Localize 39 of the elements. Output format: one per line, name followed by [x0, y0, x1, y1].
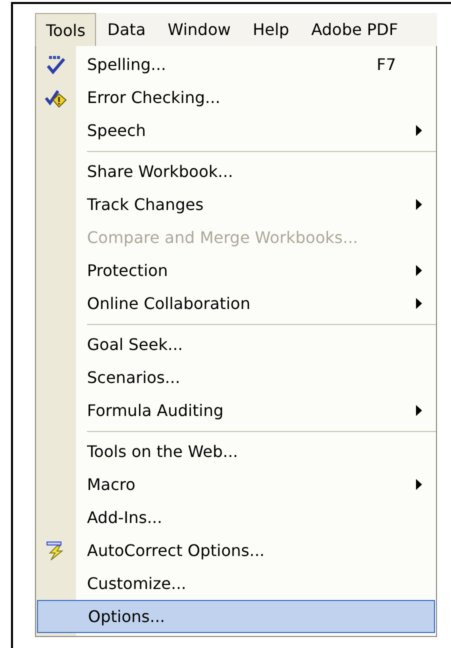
menu-item-label: Formula Auditing	[87, 401, 224, 420]
menu-item-label: Compare and Merge Workbooks...	[87, 228, 359, 247]
menu-item-label: Tools on the Web...	[87, 442, 239, 461]
menu-item[interactable]: Add-Ins...	[36, 501, 436, 534]
menu-item[interactable]: Track Changes	[36, 188, 436, 221]
menu-item-label: Scenarios...	[87, 368, 182, 387]
menu-item[interactable]: Scenarios...	[36, 361, 436, 394]
menu-item[interactable]: Spelling... F7	[36, 48, 436, 81]
menu-item[interactable]: Options...	[37, 600, 435, 633]
menu-item[interactable]: Tools on the Web...	[36, 435, 436, 468]
menu-item-label: Online Collaboration	[87, 294, 252, 313]
menu-item[interactable]: Speech	[36, 114, 436, 147]
menu-item[interactable]: Formula Auditing	[36, 394, 436, 427]
menu-item[interactable]: Online Collaboration	[36, 287, 436, 320]
menu-item[interactable]: Protection	[36, 254, 436, 287]
menu-item-label: Error Checking...	[87, 88, 222, 107]
menu-item-label: Goal Seek...	[87, 335, 184, 354]
menu-item-label: Protection	[87, 261, 169, 280]
shortcut-label: F7	[376, 55, 396, 74]
menu-item[interactable]: Goal Seek...	[36, 328, 436, 361]
menu-item[interactable]: Share Workbook...	[36, 155, 436, 188]
menu-item-label: Spelling...	[87, 55, 168, 74]
menu-item[interactable]: Customize...	[36, 567, 436, 600]
menu-item[interactable]: AutoCorrect Options...	[36, 534, 436, 567]
menu-bar-item[interactable]: Window	[156, 13, 242, 46]
menu-bar-item[interactable]: Adobe PDF	[300, 13, 410, 46]
menu-item[interactable]: Macro	[36, 468, 436, 501]
menu-bar-item[interactable]: Data	[96, 13, 157, 46]
menu-item-label: Add-Ins...	[87, 508, 164, 527]
menu-item-label: Customize...	[87, 574, 188, 593]
menu-item-label: Speech	[87, 121, 147, 140]
menu-bar-item[interactable]: Tools	[35, 13, 96, 46]
menu-item-label: AutoCorrect Options...	[87, 541, 266, 560]
menu-item-label: Macro	[87, 475, 136, 494]
menu-item[interactable]: Error Checking...	[36, 81, 436, 114]
menu-item-label: Options...	[88, 607, 166, 626]
menu-bar-item[interactable]: Help	[242, 13, 300, 46]
menu-item-label: Share Workbook...	[87, 162, 234, 181]
menu-item-label: Track Changes	[87, 195, 205, 214]
